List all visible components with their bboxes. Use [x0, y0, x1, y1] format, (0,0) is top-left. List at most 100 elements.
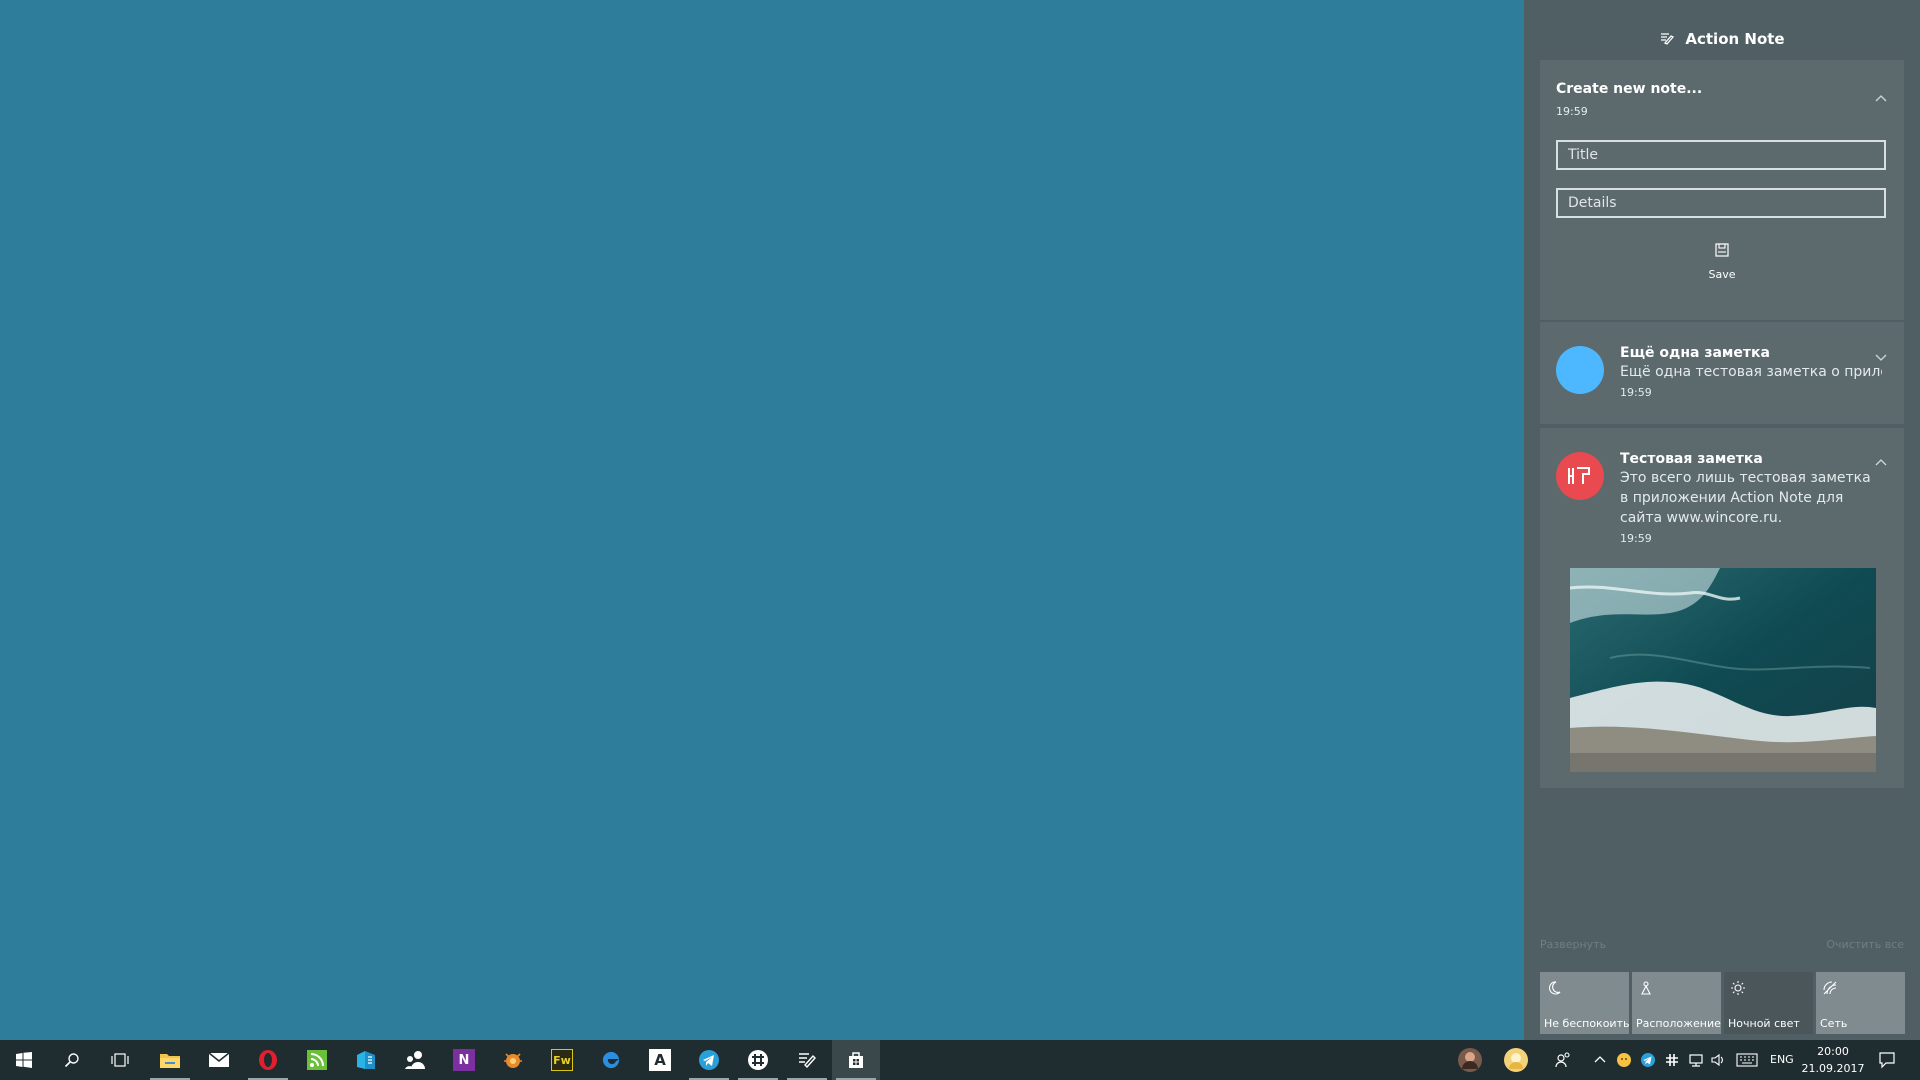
rss-button[interactable] — [293, 1040, 341, 1080]
network-icon — [1822, 980, 1838, 996]
people-icon — [404, 1049, 426, 1071]
action-note-icon — [1659, 31, 1675, 47]
rss-icon — [307, 1050, 327, 1070]
people-button[interactable] — [391, 1040, 439, 1080]
fireworks-label: Fw — [553, 1053, 571, 1067]
slack-button[interactable] — [734, 1040, 782, 1080]
title-input[interactable]: Title — [1556, 140, 1886, 170]
action-center-icon[interactable] — [1878, 1051, 1896, 1069]
save-label: Save — [1708, 268, 1736, 281]
save-button[interactable]: Save — [1692, 242, 1752, 292]
note-title: Тестовая заметка — [1620, 451, 1763, 467]
clear-all-link[interactable]: Очистить все — [1826, 938, 1904, 951]
note-time: 19:59 — [1620, 386, 1652, 399]
moon-icon — [1546, 980, 1562, 996]
clock[interactable]: 20:00 21.09.2017 — [1800, 1043, 1866, 1077]
action-center-header: Action Note — [1524, 24, 1920, 54]
slack-tray-icon[interactable] — [1664, 1052, 1680, 1068]
location-icon — [1638, 980, 1654, 996]
quick-action-label: Не беспокоить — [1544, 1017, 1630, 1030]
chevron-up-icon[interactable] — [1874, 92, 1888, 106]
desktop-background — [0, 0, 1524, 1040]
app-logo-icon — [1556, 452, 1604, 500]
app-title: Action Note — [1685, 30, 1785, 48]
save-icon — [1714, 242, 1730, 258]
start-icon — [16, 1052, 32, 1068]
new-note-card: Create new note... 19:59 Title Details S… — [1540, 60, 1904, 320]
note-avatar-blue — [1556, 346, 1604, 394]
note-title: Ещё одна заметка — [1620, 345, 1770, 361]
expand-link[interactable]: Развернуть — [1540, 938, 1606, 951]
font-letter: A — [654, 1051, 666, 1069]
telegram-tray-icon[interactable] — [1640, 1052, 1656, 1068]
store-icon — [846, 1050, 866, 1070]
bug-app-button[interactable] — [489, 1040, 537, 1080]
mail-button[interactable] — [195, 1040, 243, 1080]
clock-time: 20:00 — [1817, 1045, 1849, 1058]
network-tray-icon[interactable] — [1688, 1052, 1704, 1068]
store-building-icon — [355, 1049, 377, 1071]
fireworks-button[interactable]: Fw — [538, 1040, 586, 1080]
quick-action-label: Сеть — [1820, 1017, 1848, 1030]
quick-action-network[interactable]: Сеть — [1816, 972, 1905, 1034]
telegram-icon — [698, 1049, 720, 1071]
quick-action-do-not-disturb[interactable]: Не беспокоить — [1540, 972, 1629, 1034]
details-input[interactable]: Details — [1556, 188, 1886, 218]
note-time: 19:59 — [1620, 532, 1652, 545]
chevron-up-icon[interactable] — [1592, 1052, 1608, 1068]
opera-button[interactable] — [244, 1040, 292, 1080]
user-avatar-icon — [1457, 1047, 1483, 1073]
file-explorer-button[interactable] — [146, 1040, 194, 1080]
onenote-icon: N — [453, 1049, 475, 1071]
taskbar: N Fw A ENG 20:00 21.09.2017 — [0, 1040, 1920, 1080]
font-icon: A — [649, 1049, 671, 1071]
cortana-avatar-button[interactable] — [1492, 1040, 1540, 1080]
people-tray-button[interactable] — [1540, 1040, 1588, 1080]
action-note-icon — [797, 1050, 817, 1070]
fireworks-icon: Fw — [551, 1049, 573, 1071]
new-note-time: 19:59 — [1556, 105, 1588, 118]
avatar-icon — [1503, 1047, 1529, 1073]
opera-icon — [257, 1049, 279, 1071]
note-content: Ещё одна заметка Ещё одна тестовая замет… — [1620, 344, 1882, 399]
quick-action-night-light[interactable]: Ночной свет — [1724, 972, 1813, 1034]
chevron-down-icon[interactable] — [1874, 350, 1888, 364]
notification-card[interactable]: Тестовая заметка Это всего лишь тестовая… — [1540, 428, 1904, 788]
quick-action-label: Расположение — [1636, 1017, 1721, 1030]
bug-icon — [502, 1049, 524, 1071]
font-app-button[interactable]: A — [636, 1040, 684, 1080]
user-avatar-button[interactable] — [1446, 1040, 1494, 1080]
mail-icon — [208, 1052, 230, 1068]
volume-icon[interactable] — [1710, 1052, 1726, 1068]
quick-action-location[interactable]: Расположение — [1632, 972, 1721, 1034]
start-button[interactable] — [0, 1040, 48, 1080]
search-icon — [64, 1052, 80, 1068]
note-body: Это всего лишь тестовая заметка в прилож… — [1620, 470, 1871, 526]
clock-date: 21.09.2017 — [1801, 1062, 1865, 1075]
new-note-title: Create new note... — [1556, 81, 1703, 97]
edge-button[interactable] — [587, 1040, 635, 1080]
note-content: Тестовая заметка Это всего лишь тестовая… — [1620, 450, 1882, 545]
task-view-icon — [111, 1052, 129, 1068]
action-center: Action Note Create new note... 19:59 Tit… — [1524, 0, 1920, 1040]
telegram-button[interactable] — [685, 1040, 733, 1080]
chevron-up-icon[interactable] — [1874, 456, 1888, 470]
brightness-icon — [1730, 980, 1746, 996]
note-body: Ещё одна тестовая заметка о прило: — [1620, 364, 1882, 380]
people-icon — [1555, 1051, 1573, 1069]
emoji-tray-icon[interactable] — [1616, 1052, 1632, 1068]
slack-icon — [747, 1049, 769, 1071]
edge-icon — [600, 1049, 622, 1071]
onenote-letter: N — [458, 1052, 470, 1068]
note-image — [1570, 568, 1876, 772]
quick-action-label: Ночной свет — [1728, 1017, 1800, 1030]
task-view-button[interactable] — [96, 1040, 144, 1080]
search-button[interactable] — [48, 1040, 96, 1080]
notification-card[interactable]: Ещё одна заметка Ещё одна тестовая замет… — [1540, 322, 1904, 424]
action-note-button[interactable] — [783, 1040, 831, 1080]
store-button[interactable] — [832, 1040, 880, 1080]
keyboard-icon[interactable] — [1736, 1052, 1758, 1068]
store-building-button[interactable] — [342, 1040, 390, 1080]
onenote-button[interactable]: N — [440, 1040, 488, 1080]
language-indicator[interactable]: ENG — [1770, 1053, 1794, 1066]
